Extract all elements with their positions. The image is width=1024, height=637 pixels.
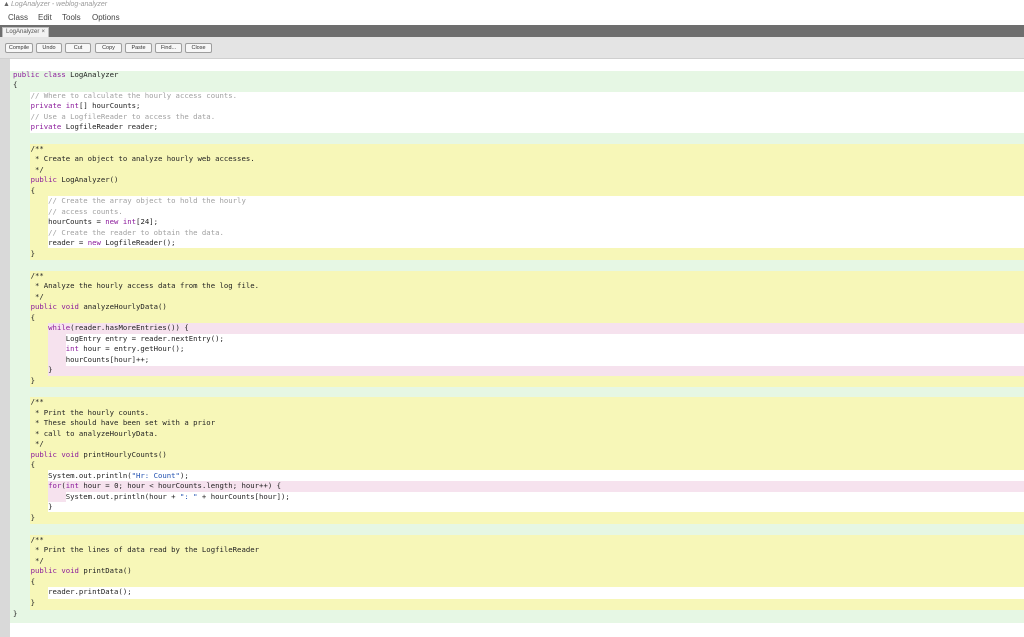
code-line: } [13,609,18,618]
undo-button[interactable]: Undo [36,43,62,53]
menu-class[interactable]: Class [8,13,28,22]
window-titlebar: ▲ LogAnalyzer - weblog-analyzer [0,0,1024,10]
code-line: * These should have been set with a prio… [13,418,216,427]
code-line: public void analyzeHourlyData() [30,302,167,311]
bluej-logo-icon: ▲ [3,1,10,8]
code-line: * Analyze the hourly access data from th… [13,281,260,290]
code-line: public class LogAnalyzer [13,70,119,79]
code-line: */ [13,439,44,448]
code-line: LogEntry entry = reader.nextEntry(); [13,334,224,343]
code-line: // Where to calculate the hourly access … [13,91,238,100]
compile-button[interactable]: Compile [5,43,33,53]
menu-options[interactable]: Options [92,13,120,22]
code-editor[interactable]: public class LogAnalyzer { // Where to c… [0,59,1024,637]
paste-button[interactable]: Paste [125,43,152,53]
tab-strip: LogAnalyzer × [0,25,1024,37]
code-line: } [13,502,53,511]
menu-tools[interactable]: Tools [62,13,81,22]
code-line: { [13,460,35,469]
code-line: */ [13,165,44,174]
code-line: reader = new LogfileReader(); [13,238,176,247]
code-line: /** [13,144,44,153]
code-line: public LogAnalyzer() [30,175,119,184]
code-line: while(reader.hasMoreEntries()) { [48,323,189,332]
code-line: int hour = entry.getHour(); [65,344,185,353]
code-line: for(int hour = 0; hour < hourCounts.leng… [48,481,282,490]
code-line: public void printHourlyCounts() [30,450,167,459]
code-line: } [13,249,35,258]
code-line: private LogfileReader reader; [30,122,158,131]
code-line: System.out.println("Hr: Count"); [13,471,189,480]
code-line: reader.printData(); [13,587,132,596]
code-line: */ [13,556,44,565]
code-line: */ [13,292,44,301]
code-line: } [13,376,35,385]
tab-loganalyzer[interactable]: LogAnalyzer × [2,27,49,37]
code-line: { [13,186,35,195]
code-line: * Create an object to analyze hourly web… [13,154,255,163]
close-icon[interactable]: × [41,29,45,36]
code-line: } [13,513,35,522]
close-button[interactable]: Close [185,43,212,53]
code-line: System.out.println(hour + ": " + hourCou… [13,492,290,501]
code-line: /** [13,397,44,406]
line-gutter [0,59,10,637]
menu-bar: Class Edit Tools Options [0,10,1024,25]
code-line: /** [13,271,44,280]
window-title: LogAnalyzer - weblog-analyzer [11,1,108,8]
cut-button[interactable]: Cut [65,43,91,53]
code-line: private int[] hourCounts; [30,101,141,110]
code-line: // Create the array object to hold the h… [13,196,246,205]
code-line: hourCounts[hour]++; [13,355,150,364]
print-data-method-body [48,587,1024,599]
copy-button[interactable]: Copy [95,43,122,53]
code-line: // access counts. [13,207,123,216]
code-line: * call to analyzeHourlyData. [13,429,158,438]
code-line: * Print the hourly counts. [13,408,150,417]
code-line: /** [13,535,44,544]
code-line: { [13,313,35,322]
menu-edit[interactable]: Edit [38,13,52,22]
code-line: // Create the reader to obtain the data. [13,228,224,237]
find-button[interactable]: Find... [155,43,182,53]
code-line: { [13,577,35,586]
code-line: hourCounts = new int[24]; [13,217,159,226]
editor-toolbar: Compile Undo Cut Copy Paste Find... Clos… [0,37,1024,59]
code-line: } [13,365,53,374]
code-line: { [13,80,18,89]
tab-label: LogAnalyzer [6,29,40,35]
code-line: * Print the lines of data read by the Lo… [13,545,260,554]
code-line: // Use a LogfileReader to access the dat… [13,112,216,121]
code-line: public void printData() [30,566,132,575]
code-line: } [13,598,35,607]
